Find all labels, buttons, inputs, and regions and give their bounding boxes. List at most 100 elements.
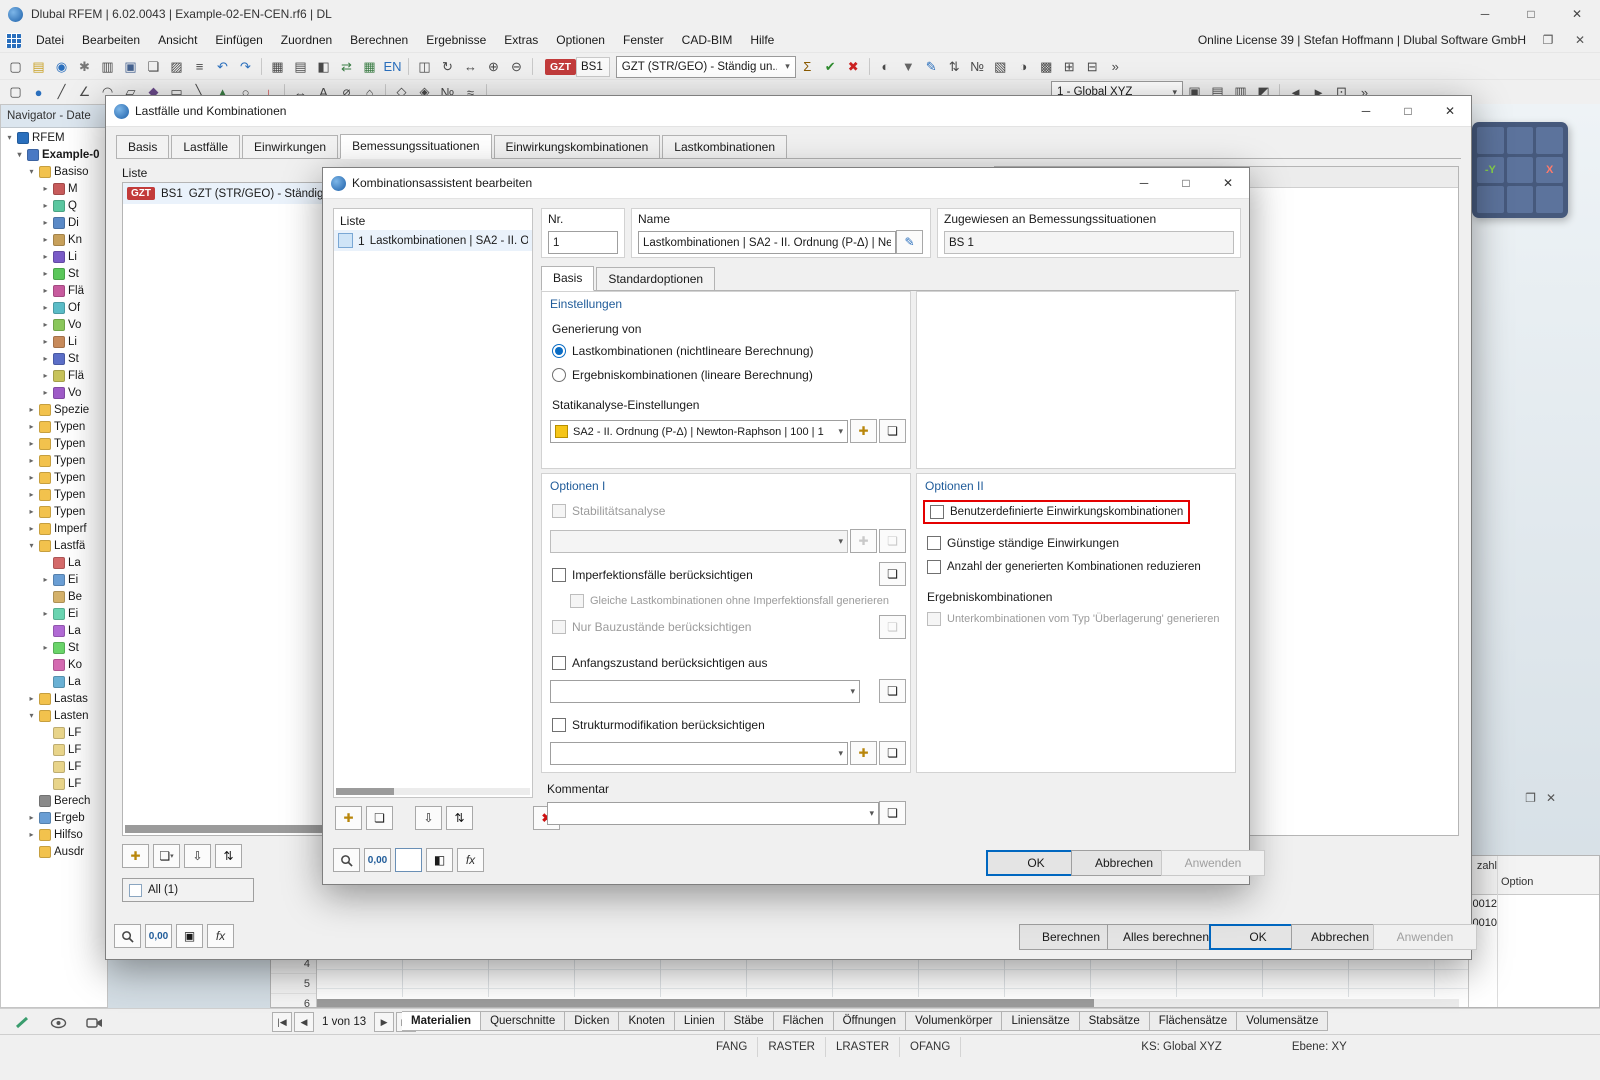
- copy-comment-icon[interactable]: ❏: [879, 801, 906, 825]
- tree-item-typen-1[interactable]: ▸ Typen: [3, 418, 107, 435]
- visibility-icon[interactable]: ◐: [874, 56, 897, 77]
- edit-analysis-icon[interactable]: ❏: [879, 419, 906, 443]
- tree-item-lf4[interactable]: LF: [3, 775, 107, 792]
- alles-berechnen-button[interactable]: Alles berechnen: [1107, 924, 1225, 950]
- tree-item-ergebnisse[interactable]: ▸ Ergeb: [3, 809, 107, 826]
- tree-item-typen-2[interactable]: ▸ Typen: [3, 435, 107, 452]
- close-child-icon[interactable]: ✕: [1570, 33, 1590, 47]
- tree-item-lf-st[interactable]: ▸ St: [3, 639, 107, 656]
- menu-item[interactable]: Ansicht: [149, 30, 206, 50]
- restore-child-icon[interactable]: ❐: [1538, 33, 1558, 47]
- notes-icon[interactable]: ≡: [188, 56, 211, 77]
- tree-expand-icon[interactable]: ▾: [5, 133, 14, 142]
- menu-item[interactable]: Einfügen: [206, 30, 271, 50]
- sort-icon[interactable]: ⇅: [943, 56, 966, 77]
- tree-item-imperfektionen[interactable]: ▸ Imperf: [3, 520, 107, 537]
- maximize-icon[interactable]: □: [1387, 96, 1429, 126]
- table-tab[interactable]: Stäbe: [725, 1011, 774, 1031]
- filter-all-combo[interactable]: All (1): [122, 878, 254, 902]
- tree-item-lf1[interactable]: LF: [3, 724, 107, 741]
- tree-expand-icon[interactable]: ▾: [27, 167, 36, 176]
- menu-item[interactable]: Hilfe: [741, 30, 783, 50]
- snap-icon[interactable]: ⊟: [1081, 56, 1104, 77]
- tree-item-flaechen[interactable]: ▸ Flä: [3, 282, 107, 299]
- table-tab[interactable]: Volumenkörper: [906, 1011, 1002, 1031]
- menu-item[interactable]: Berechnen: [341, 30, 417, 50]
- en-standard-icon[interactable]: EN: [381, 56, 404, 77]
- tree-item-lasten[interactable]: ▾ Lasten: [3, 707, 107, 724]
- tree-expand-icon[interactable]: ▸: [41, 303, 50, 312]
- statikanalyse-combo[interactable]: SA2 - II. Ordnung (P-Δ) | Newton-Raphson…: [550, 420, 848, 443]
- move-down-icon[interactable]: ⇩: [415, 806, 442, 830]
- tree-item-volumensaetze[interactable]: ▸ Vo: [3, 384, 107, 401]
- prev-page-icon[interactable]: ◀: [294, 1012, 314, 1032]
- tree-expand-icon[interactable]: ▸: [41, 218, 50, 227]
- list-scrollbar[interactable]: [336, 788, 530, 795]
- tree-item-querschnitte[interactable]: ▸ Q: [3, 197, 107, 214]
- tree-expand-icon[interactable]: ▸: [27, 439, 36, 448]
- tree-item-basisobjekte[interactable]: ▾ Basiso: [3, 163, 107, 180]
- rename-icon[interactable]: ✎: [896, 230, 923, 254]
- wizard-list-item[interactable]: 1 Lastkombinationen | SA2 - II. Or: [334, 230, 532, 251]
- navigator-jump-button[interactable]: ◧: [426, 848, 453, 872]
- tree-expand-icon[interactable]: ▸: [41, 354, 50, 363]
- dialog-tab[interactable]: Lastkombinationen: [662, 135, 787, 158]
- minimize-icon[interactable]: ─: [1462, 0, 1508, 28]
- table-tab[interactable]: Liniensätze: [1002, 1011, 1079, 1031]
- anfangszustand-combo[interactable]: ▾: [550, 680, 860, 703]
- close-icon[interactable]: ✕: [1429, 96, 1471, 126]
- line-icon[interactable]: ╱: [50, 82, 73, 103]
- sort-down-icon[interactable]: ⇩: [184, 844, 211, 868]
- polyline-icon[interactable]: ∠: [73, 82, 96, 103]
- initial-state-settings-icon[interactable]: ❏: [879, 679, 906, 703]
- tree-item-linien[interactable]: ▸ Li: [3, 248, 107, 265]
- tree-item-lf-la3[interactable]: La: [3, 673, 107, 690]
- check-results-icon[interactable]: ✔: [819, 56, 842, 77]
- copy-item-icon[interactable]: ❏: [366, 806, 393, 830]
- tree-expand-icon[interactable]: ▸: [27, 813, 36, 822]
- tree-expand-icon[interactable]: ▸: [41, 286, 50, 295]
- table-view2-icon[interactable]: ▤: [289, 56, 312, 77]
- tree-expand-icon[interactable]: ▸: [41, 235, 50, 244]
- tree-item-lastanordnungen[interactable]: ▸ Lastas: [3, 690, 107, 707]
- tree-item-lf-ei[interactable]: ▸ Ei: [3, 571, 107, 588]
- menu-item[interactable]: Zuordnen: [272, 30, 341, 50]
- benutzerdefinierte-checkbox-highlight[interactable]: Benutzerdefinierte Einwirkungskombinatio…: [923, 500, 1190, 524]
- tree-item-typen-4[interactable]: ▸ Typen: [3, 469, 107, 486]
- node-icon[interactable]: ●: [27, 82, 50, 103]
- print-icon[interactable]: ▥: [96, 56, 119, 77]
- dialog-tab[interactable]: Basis: [541, 266, 594, 291]
- name-input[interactable]: Lastkombinationen | SA2 - II. Ordnung (P…: [638, 231, 896, 254]
- table-view-icon[interactable]: ▦: [266, 56, 289, 77]
- minimize-icon[interactable]: ─: [1123, 168, 1165, 198]
- dialog-tab[interactable]: Lastfälle: [171, 135, 240, 158]
- new-item-icon[interactable]: ✚: [122, 844, 149, 868]
- dialog-title-bar[interactable]: Kombinationsassistent bearbeiten ─ □ ✕: [323, 168, 1249, 199]
- copy-icon[interactable]: ❏: [142, 56, 165, 77]
- tree-expand-icon[interactable]: ▸: [27, 490, 36, 499]
- radio-icon[interactable]: [552, 368, 566, 382]
- anzahl-reduzieren-checkbox[interactable]: Anzahl der generierten Kombinationen red…: [927, 560, 1201, 574]
- menu-item[interactable]: Extras: [495, 30, 547, 50]
- first-page-icon[interactable]: |◀: [272, 1012, 292, 1032]
- export-icon[interactable]: ⇄: [335, 56, 358, 77]
- tree-expand-icon[interactable]: ▸: [41, 371, 50, 380]
- cube-face-minus-y[interactable]: -Y: [1477, 157, 1504, 184]
- horizontal-scrollbar[interactable]: [317, 999, 1459, 1007]
- eye-icon[interactable]: [44, 1012, 72, 1033]
- search-icon[interactable]: [114, 924, 141, 948]
- camera-icon[interactable]: [80, 1012, 108, 1033]
- checkbox-icon[interactable]: [552, 656, 566, 670]
- kommentar-combo[interactable]: ▾: [547, 802, 879, 825]
- radio-selected-icon[interactable]: [552, 344, 566, 358]
- tree-item-hilfsobjekte[interactable]: ▸ Hilfso: [3, 826, 107, 843]
- tree-item-lf-ei2[interactable]: ▸ Ei: [3, 605, 107, 622]
- rotate-view-icon[interactable]: ↻: [436, 56, 459, 77]
- menu-item[interactable]: Fenster: [614, 30, 673, 50]
- tree-item-lf-la[interactable]: La: [3, 554, 107, 571]
- dlubal-model-icon[interactable]: ◉: [50, 56, 73, 77]
- dialog-tab[interactable]: Basis: [116, 135, 169, 158]
- tree-item-liniensaetze[interactable]: ▸ Li: [3, 333, 107, 350]
- tree-item-spezielle[interactable]: ▸ Spezie: [3, 401, 107, 418]
- tree-expand-icon[interactable]: ▸: [27, 422, 36, 431]
